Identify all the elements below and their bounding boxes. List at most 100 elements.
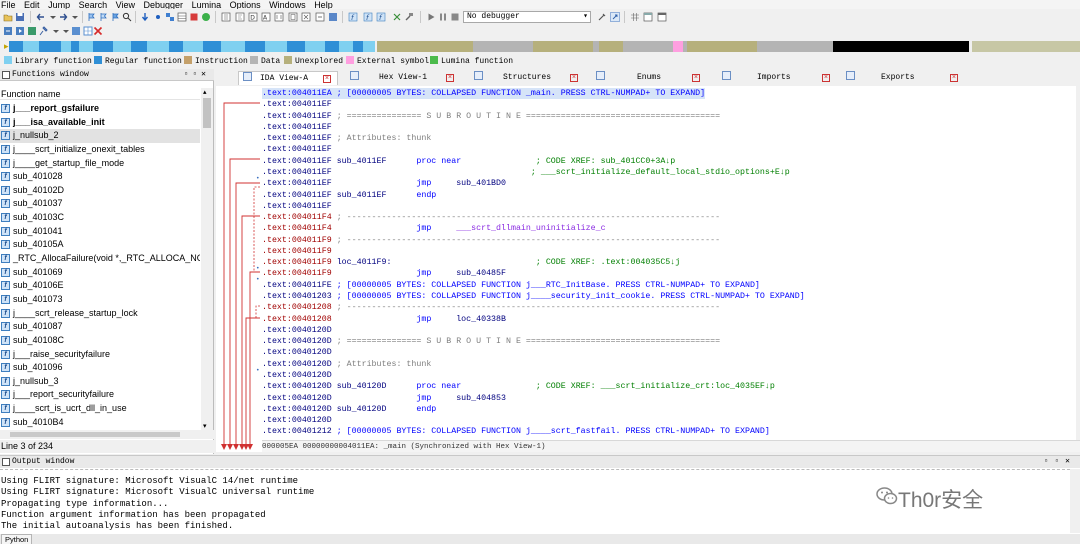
dropdown-arrow-icon[interactable] (48, 12, 58, 22)
tab-imports[interactable]: Imports × (722, 71, 836, 85)
menu-jump[interactable]: Jump (48, 1, 70, 10)
disasm-line[interactable]: .text:004011F4 ; -----------------------… (262, 212, 720, 223)
tab-close-icon[interactable]: × (692, 74, 700, 82)
tab-close-icon[interactable]: × (570, 74, 578, 82)
function-row[interactable]: f sub_401073 (0, 293, 200, 307)
scroll-thumb[interactable] (203, 98, 211, 128)
tab-structures[interactable]: Structures × (474, 71, 584, 85)
dropdown-arrow-icon[interactable] (70, 12, 80, 22)
code-icon[interactable] (235, 12, 245, 22)
disasm-line[interactable]: .text:004011EF sub_4011EF proc near ; CO… (262, 156, 675, 167)
sync-icon[interactable] (610, 12, 620, 22)
tab-close-icon[interactable]: × (950, 74, 958, 82)
menu-debugger[interactable]: Debugger (144, 1, 184, 10)
dropdown-arrow-icon[interactable] (51, 26, 61, 36)
function-row[interactable]: f sub_401028 (0, 170, 200, 184)
tab-close-icon[interactable]: × (822, 74, 830, 82)
disassembly-lines[interactable]: .text:004011EA ; [00000005 BYTES: COLLAP… (262, 86, 1076, 440)
function-f2-icon[interactable]: f (363, 12, 373, 22)
script-blue-icon[interactable] (71, 26, 81, 36)
function-row[interactable]: f sub_401037 (0, 197, 200, 211)
plugin-icon[interactable] (27, 26, 37, 36)
column-header-function-name[interactable]: Function name (0, 88, 200, 100)
hscroll-thumb[interactable] (10, 432, 180, 437)
function-row[interactable]: f sub_40103C (0, 211, 200, 225)
disasm-line[interactable]: .text:004011FE ; [00000005 BYTES: COLLAP… (262, 280, 760, 291)
script-run-icon[interactable] (15, 26, 25, 36)
disasm-line[interactable]: .text:004011F9 ; -----------------------… (262, 235, 720, 246)
stop-debug-icon[interactable] (450, 12, 460, 22)
forward-icon[interactable] (58, 12, 68, 22)
function-row[interactable]: f sub_40105A (0, 238, 200, 252)
disasm-line[interactable]: .text:004011F9 jmp sub_40485F (262, 268, 506, 279)
pause-icon[interactable] (438, 12, 448, 22)
stop-icon[interactable] (189, 12, 199, 22)
functions-scrollbar[interactable]: ▴ ▾ (201, 88, 213, 430)
function-row[interactable]: f sub_4010B4 (0, 416, 200, 430)
function-row[interactable]: f sub_40108C (0, 334, 200, 348)
function-row[interactable]: f _RTC_AllocaFailure(void *,_RTC_ALLOCA_N… (0, 252, 200, 266)
scroll-up-icon[interactable]: ▴ (203, 88, 207, 96)
function-f-icon[interactable]: f (348, 12, 358, 22)
search-icon[interactable] (122, 12, 132, 22)
debug-tools-icon[interactable] (597, 12, 607, 22)
array-icon[interactable] (288, 12, 298, 22)
function-row[interactable]: f j___isa_available_init (0, 116, 200, 130)
functions-hscrollbar[interactable] (0, 430, 214, 439)
undefine-icon[interactable] (301, 12, 311, 22)
panel-buttons[interactable]: ▫▫✕ (1044, 456, 1076, 468)
save-icon[interactable] (15, 12, 25, 22)
function-row[interactable]: f j____scrt_is_ucrt_dll_in_use (0, 402, 200, 416)
pin-icon[interactable] (39, 26, 49, 36)
function-row[interactable]: f sub_40102D (0, 184, 200, 198)
disasm-line[interactable]: .text:004011EF (262, 122, 332, 133)
play-icon[interactable] (426, 12, 436, 22)
function-row[interactable]: f j___report_gsfailure (0, 102, 200, 116)
function-row[interactable]: f j____scrt_initialize_onexit_tables (0, 143, 200, 157)
scroll-down-icon[interactable]: ▾ (203, 422, 207, 430)
data-icon[interactable]: D (248, 12, 258, 22)
function-row[interactable]: f sub_401041 (0, 225, 200, 239)
function-row[interactable]: f sub_401069 (0, 266, 200, 280)
tab-ida-view-a[interactable]: IDA View-A × (238, 71, 338, 85)
navigation-band[interactable]: ▸ (4, 41, 969, 52)
panel-icon[interactable] (643, 12, 653, 22)
disasm-line[interactable]: .text:0040120D (262, 325, 332, 336)
disasm-line[interactable]: .text:00401208 ; -----------------------… (262, 302, 720, 313)
open-icon[interactable] (3, 12, 13, 22)
menu-view[interactable]: View (116, 1, 135, 10)
functions-list[interactable]: f j___report_gsfailure f j___isa_available_… (0, 102, 200, 430)
jump-next-icon[interactable] (98, 12, 108, 22)
disasm-line[interactable]: .text:004011EF ; ___scrt_initialize_defa… (262, 167, 790, 178)
function-row[interactable]: f j_nullsub_3 (0, 375, 200, 389)
disasm-line[interactable]: .text:0040120D ; Attributes: thunk (262, 359, 431, 370)
menu-help[interactable]: Help (314, 1, 333, 10)
tab-close-icon[interactable]: × (323, 75, 331, 83)
grid-icon[interactable] (630, 12, 640, 22)
blocks-icon[interactable] (165, 12, 175, 22)
function-row[interactable]: f sub_40106E (0, 279, 200, 293)
jump-prev-icon[interactable] (110, 12, 120, 22)
disasm-line[interactable]: .text:0040120D ; =============== S U B R… (262, 336, 720, 347)
table-icon[interactable] (177, 12, 187, 22)
disasm-line[interactable]: .text:004011EF ; =============== S U B R… (262, 111, 720, 122)
function-row[interactable]: f j___report_securityfailure (0, 388, 200, 402)
disasm-scrollbar[interactable] (1076, 86, 1080, 440)
node-icon[interactable] (153, 12, 163, 22)
panel-buttons[interactable]: ▫▫✕ (184, 69, 210, 80)
disasm-line[interactable]: .text:004011EF sub_4011EF endp (262, 190, 436, 201)
function-row[interactable]: f sub_401096 (0, 361, 200, 375)
dropdown-arrow-icon[interactable] (61, 26, 71, 36)
ida-view-disassembly[interactable]: • • • • .text:004011EA ; [00000005 BYTES: C… (216, 86, 1080, 452)
cross-reference-icon[interactable] (392, 12, 402, 22)
graph-icon[interactable] (328, 12, 338, 22)
hammer-icon[interactable] (404, 12, 414, 22)
hex-view-icon[interactable] (221, 12, 231, 22)
script-icon[interactable] (3, 26, 13, 36)
script-grid-icon[interactable] (83, 26, 93, 36)
close-red-icon[interactable] (93, 26, 103, 36)
disasm-line[interactable]: .text:004011F4 jmp ___scrt_dllmain_unini… (262, 223, 606, 234)
function-row[interactable]: f j_nullsub_2 (0, 129, 200, 143)
menu-edit[interactable]: Edit (24, 1, 40, 10)
menu-file[interactable]: File (1, 1, 16, 10)
